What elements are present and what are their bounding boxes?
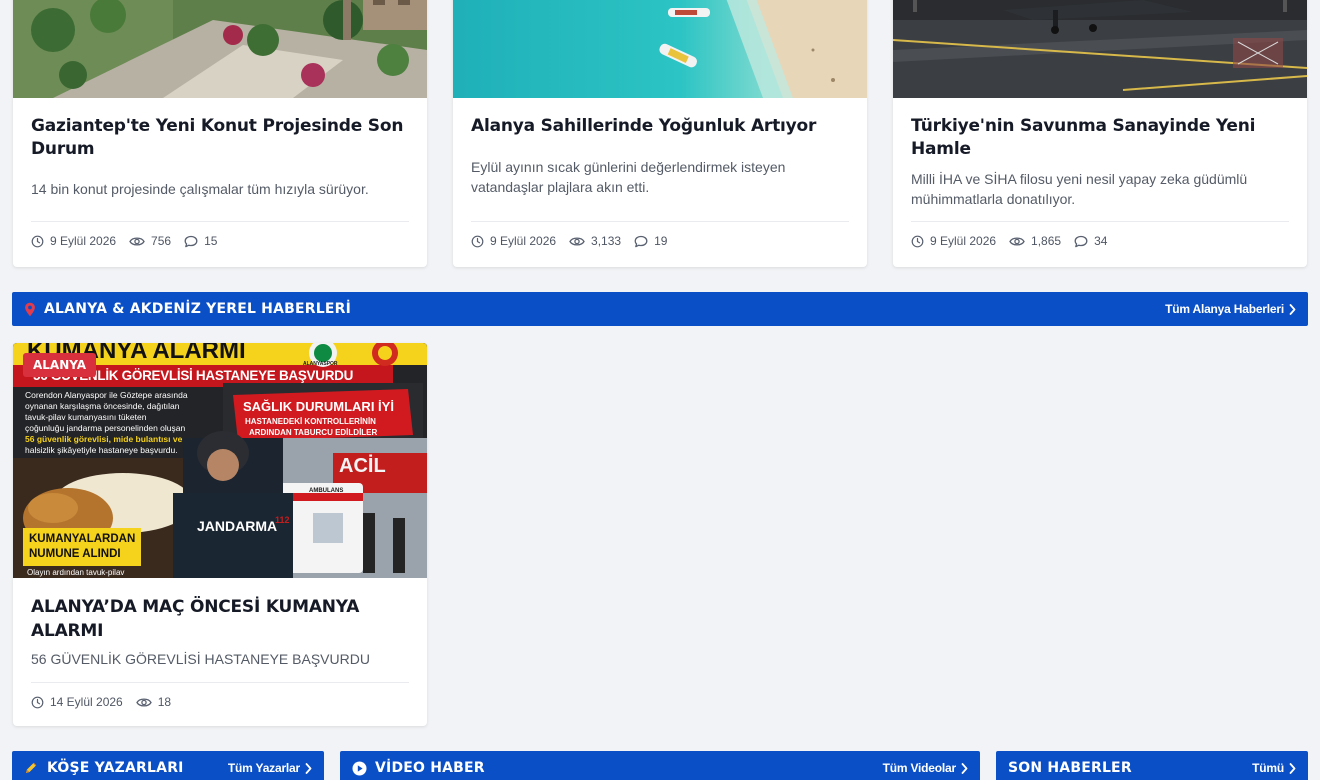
news-card-views: 756 [151, 234, 172, 248]
clock-icon [471, 235, 484, 247]
columnists-section-header: KÖŞE YAZARLARI Tüm Yazarlar [12, 751, 324, 780]
chevron-right-icon [961, 762, 968, 774]
poster-callout-2: HASTANEDEKİ KONTROLLERİNİN [245, 417, 376, 426]
link-label[interactable]: Tüm Yazarlar [228, 761, 300, 775]
clock-icon [31, 235, 44, 247]
pen-icon [26, 762, 37, 773]
news-card-title[interactable]: Türkiye'nin Savunma Sanayinde Yeni Hamle [911, 115, 1289, 161]
eye-icon [569, 236, 585, 246]
comment-icon [634, 235, 648, 247]
poster-callout-3: ARDINDAN TABURCU EDİLDİLER [249, 428, 378, 437]
news-card-alanya-beaches[interactable]: Alanya Sahillerinde Yoğunluk Artıyor Eyl… [453, 0, 867, 267]
all-videos-link[interactable]: Tüm Videolar [883, 761, 968, 775]
section-title: SON HABERLER [1008, 760, 1132, 776]
news-card-gaziantep[interactable]: Gaziantep'te Yeni Konut Projesinde Son D… [13, 0, 427, 267]
section-title: VİDEO HABER [375, 760, 485, 776]
poster-plate: 112 [275, 515, 290, 525]
poster-body-6: halsizlik şikâyetiyle hastaneye başvurdu… [25, 445, 178, 455]
comment-icon [184, 235, 198, 247]
comment-icon [1074, 235, 1088, 247]
play-circle-icon [352, 761, 367, 775]
news-card-comments: 15 [204, 234, 218, 248]
clock-icon [31, 696, 44, 708]
local-news-section-header: ALANYA & AKDENİZ YEREL HABERLERİ Tüm Ala… [12, 292, 1308, 326]
news-card-meta: 9 Eylül 2026 756 15 [31, 221, 409, 248]
news-card-date: 9 Eylül 2026 [50, 234, 117, 248]
news-card-comments: 34 [1094, 234, 1108, 248]
news-card-title[interactable]: Gaziantep'te Yeni Konut Projesinde Son D… [31, 115, 409, 161]
poster-sample-1: KUMANYALARDAN [29, 533, 136, 545]
eye-icon [135, 697, 152, 707]
poster-club-label: ALANYASPOR [303, 361, 338, 367]
all-alanya-news-link[interactable]: Tüm Alanya Haberleri [1165, 302, 1296, 316]
section-title: KÖŞE YAZARLARI [47, 760, 184, 776]
news-card-meta: 9 Eylül 2026 1,865 34 [911, 221, 1289, 248]
poster-jandarma: JANDARMA [197, 518, 278, 534]
all-latest-news-link[interactable]: Tümü [1252, 761, 1296, 775]
poster-callout-1: SAĞLIK DURUMLARI İYİ [243, 399, 394, 414]
poster-body-4: çoğunluğu jandarma personelinden oluşan [25, 423, 186, 433]
news-card-date: 9 Eylül 2026 [930, 234, 997, 248]
news-card-description: Milli İHA ve SİHA filosu yeni nesil yapa… [911, 171, 1248, 207]
news-card-title[interactable]: Alanya Sahillerinde Yoğunluk Artıyor [471, 115, 849, 138]
news-card-views: 1,865 [1031, 234, 1062, 248]
poster-body-1: Corendon Alanyaspor ile Göztepe arasında [25, 390, 188, 400]
eye-icon [1009, 236, 1025, 246]
news-card-description: 56 GÜVENLİK GÖREVLİSİ HASTANEYE BAŞVURDU [31, 651, 370, 667]
link-label[interactable]: Tüm Alanya Haberleri [1165, 302, 1284, 316]
news-card-date: 9 Eylül 2026 [490, 234, 557, 248]
link-label[interactable]: Tümü [1252, 761, 1284, 775]
clock-icon [911, 235, 924, 247]
location-pin-icon [25, 302, 35, 316]
eye-icon [129, 236, 145, 246]
news-card-image[interactable] [893, 0, 1307, 98]
video-news-section-header: VİDEO HABER Tüm Videolar [340, 751, 980, 780]
news-card-date: 14 Eylül 2026 [50, 695, 123, 709]
link-label[interactable]: Tüm Videolar [883, 761, 957, 775]
chevron-right-icon [305, 762, 312, 774]
news-card-image[interactable]: KUMANYA ALARMI ALANYASPOR 56 GÜVENLİK GÖ… [13, 343, 427, 578]
news-card-image[interactable] [13, 0, 427, 98]
news-card-views: 18 [157, 695, 172, 709]
news-card-alanya-ration-alarm[interactable]: KUMANYA ALARMI ALANYASPOR 56 GÜVENLİK GÖ… [13, 343, 427, 726]
poster-footer: Olayın ardından tavuk-pilav [27, 568, 125, 577]
news-card-description: Eylül ayının sıcak günlerini değerlendir… [471, 159, 786, 195]
poster-ambulans-label: AMBULANS [309, 488, 344, 494]
news-card-description: 14 bin konut projesinde çalışmalar tüm h… [31, 181, 369, 197]
category-badge[interactable]: ALANYA [23, 353, 97, 377]
poster-body-2: oynanan karşılaşma öncesinde, dağıtılan [25, 401, 180, 411]
poster-body-3: tavuk-pilav kumanyasını tüketen [25, 412, 147, 422]
news-card-comments: 19 [654, 234, 668, 248]
poster-sample-2: NUMUNE ALINDI [29, 548, 121, 560]
all-columnists-link[interactable]: Tüm Yazarlar [228, 761, 312, 775]
news-card-views: 3,133 [591, 234, 622, 248]
chevron-right-icon [1289, 303, 1296, 315]
news-card-meta: 9 Eylül 2026 3,133 19 [471, 221, 849, 248]
news-card-defense-industry[interactable]: Türkiye'nin Savunma Sanayinde Yeni Hamle… [893, 0, 1307, 267]
news-card-meta: 14 Eylül 2026 18 [31, 682, 409, 709]
news-card-image[interactable] [453, 0, 867, 98]
poster-acil-sign: ACİL [339, 455, 386, 477]
latest-news-section-header: SON HABERLER Tümü [996, 751, 1308, 780]
section-title: ALANYA & AKDENİZ YEREL HABERLERİ [44, 301, 351, 317]
news-card-title[interactable]: ALANYA’DA MAÇ ÖNCESİ KUMANYA ALARMI [31, 595, 409, 643]
chevron-right-icon [1289, 762, 1296, 774]
poster-body-5: 56 güvenlik görevlisi, mide bulantısı ve [25, 434, 183, 444]
